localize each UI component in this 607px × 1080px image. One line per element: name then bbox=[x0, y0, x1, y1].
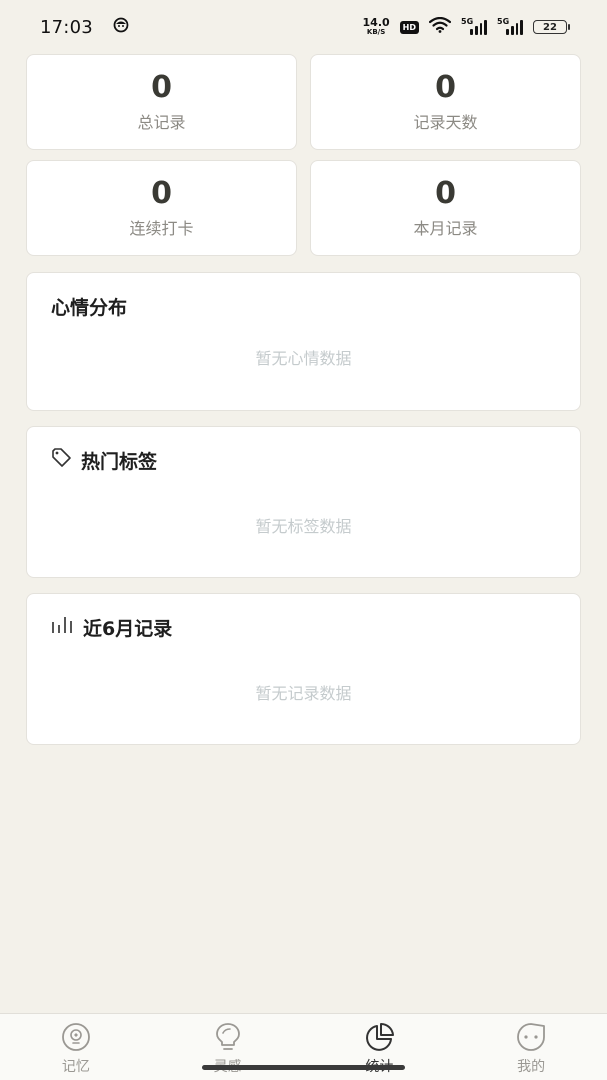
app-notification-icon bbox=[113, 17, 129, 37]
tab-memory[interactable]: 记忆 bbox=[0, 1014, 152, 1080]
mood-distribution-card: 心情分布 暂无心情数据 bbox=[26, 272, 581, 411]
tab-label: 我的 bbox=[517, 1059, 546, 1075]
status-bar: 17:03 14.0 KB/S HD 5G 5G 22 bbox=[0, 0, 607, 54]
stat-value: 0 bbox=[151, 70, 172, 105]
stat-card-streak: 0 连续打卡 bbox=[26, 160, 297, 256]
wifi-icon bbox=[428, 16, 452, 37]
stat-value: 0 bbox=[435, 176, 456, 211]
tab-statistics[interactable]: 统计 bbox=[304, 1014, 456, 1080]
bar-chart-icon bbox=[51, 616, 75, 639]
tab-inspiration[interactable]: 灵感 bbox=[152, 1014, 304, 1080]
records-empty-text: 暂无记录数据 bbox=[255, 684, 352, 703]
smile-face-icon bbox=[514, 1022, 548, 1052]
home-indicator[interactable] bbox=[202, 1065, 405, 1070]
stat-label: 记录天数 bbox=[413, 113, 478, 132]
recent-records-card: 近6月记录 暂无记录数据 bbox=[26, 593, 581, 745]
popular-tags-card: 热门标签 暂无标签数据 bbox=[26, 426, 581, 578]
stat-card-month-records: 0 本月记录 bbox=[310, 160, 581, 256]
tags-empty-text: 暂无标签数据 bbox=[255, 517, 352, 536]
battery-indicator: 22 bbox=[533, 20, 570, 34]
mood-section-title: 心情分布 bbox=[51, 297, 128, 319]
stat-card-total-records: 0 总记录 bbox=[26, 54, 297, 150]
hd-badge: HD bbox=[399, 20, 419, 34]
tag-icon bbox=[51, 448, 73, 473]
lightbulb-icon bbox=[211, 1022, 245, 1052]
stat-label: 本月记录 bbox=[413, 219, 478, 238]
stat-label: 连续打卡 bbox=[129, 219, 194, 238]
tab-label: 记忆 bbox=[61, 1059, 90, 1075]
status-time: 17:03 bbox=[40, 16, 93, 38]
mood-empty-text: 暂无心情数据 bbox=[255, 349, 352, 368]
signal-icon-1: 5G bbox=[461, 17, 488, 35]
records-section-title: 近6月记录 bbox=[51, 614, 172, 641]
tab-profile[interactable]: 我的 bbox=[455, 1014, 607, 1080]
stat-value: 0 bbox=[435, 70, 456, 105]
network-speed: 14.0 KB/S bbox=[362, 16, 390, 36]
tags-section-title: 热门标签 bbox=[51, 447, 157, 474]
stat-label: 总记录 bbox=[137, 113, 186, 132]
signal-icon-2: 5G bbox=[497, 17, 524, 35]
memory-icon bbox=[59, 1022, 93, 1052]
stat-card-record-days: 0 记录天数 bbox=[310, 54, 581, 150]
stat-value: 0 bbox=[151, 176, 172, 211]
pie-chart-icon bbox=[362, 1022, 396, 1052]
